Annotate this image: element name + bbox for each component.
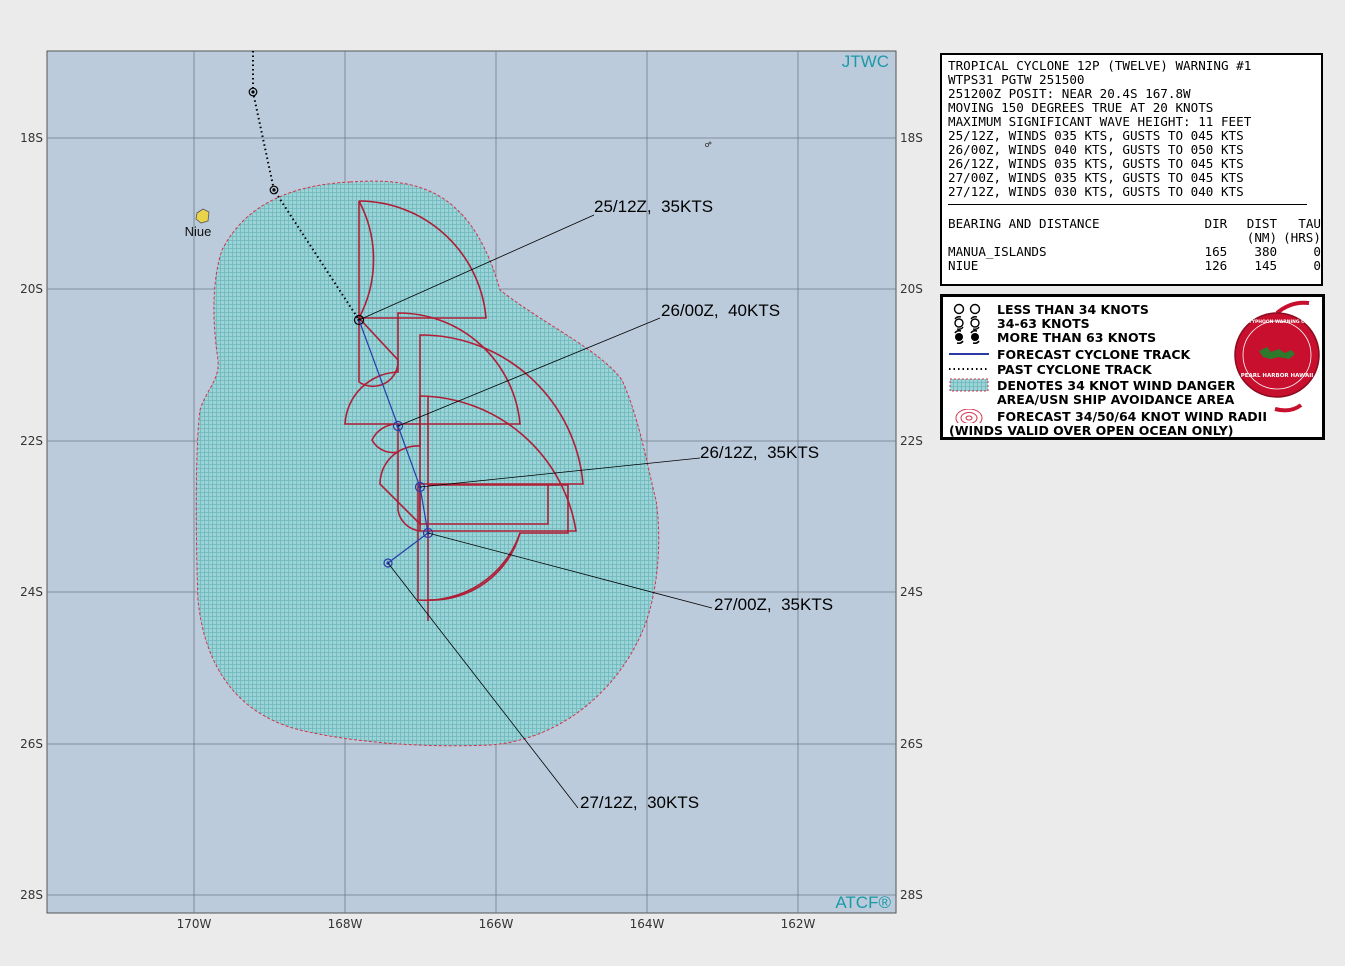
lat-label: 26S bbox=[900, 737, 923, 751]
niue-label: Niue bbox=[185, 224, 212, 239]
bearing-dist-header: DIST bbox=[1246, 216, 1278, 231]
bearing-tau-header: TAU bbox=[1298, 216, 1321, 231]
forecast-label-27-00z: 27/00Z, 35KTS bbox=[714, 595, 833, 614]
lat-labels-right: 18S 20S 22S 24S 26S 28S bbox=[900, 131, 923, 902]
warning-wave-height: MAXIMUM SIGNIFICANT WAVE HEIGHT: 11 FEET bbox=[948, 114, 1252, 129]
warning-text-box: TROPICAL CYCLONE 12P (TWELVE) WARNING #1… bbox=[940, 53, 1323, 286]
bearing-dist-unit: (NM) bbox=[1246, 230, 1278, 245]
open-cyclone-symbol-icon bbox=[953, 303, 981, 315]
forecast-track-line-icon bbox=[949, 353, 989, 355]
warning-forecast-line: 25/12Z, WINDS 035 KTS, GUSTS TO 045 KTS bbox=[948, 128, 1244, 143]
warning-forecast-line: 26/00Z, WINDS 040 KTS, GUSTS TO 050 KTS bbox=[948, 142, 1244, 157]
warning-position: 251200Z POSIT: NEAR 20.4S 167.8W bbox=[948, 86, 1191, 101]
legend-item-wind-radii: FORECAST 34/50/64 KNOT WIND RADII bbox=[949, 409, 1267, 423]
lat-label: 22S bbox=[20, 434, 43, 448]
legend-label: FORECAST CYCLONE TRACK bbox=[997, 346, 1191, 362]
legend-item-past-track: PAST CYCLONE TRACK bbox=[949, 362, 1152, 376]
wind-radii-icon bbox=[955, 409, 983, 423]
past-track-line-icon bbox=[949, 368, 989, 370]
danger-area-swatch-icon bbox=[949, 378, 989, 392]
legend-item-wind-validity: (WINDS VALID OVER OPEN OCEAN ONLY) bbox=[949, 423, 1234, 437]
lat-label: 20S bbox=[20, 282, 43, 296]
lon-labels: 170W 168W 166W 164W 162W bbox=[177, 917, 816, 931]
legend-label: AREA/USN SHIP AVOIDANCE AREA bbox=[997, 391, 1235, 407]
warning-forecast-line: 27/00Z, WINDS 035 KTS, GUSTS TO 045 KTS bbox=[948, 170, 1244, 185]
bearing-tau: 0 bbox=[1313, 244, 1321, 259]
lon-label: 168W bbox=[328, 917, 363, 931]
typhoon-symbol-icon bbox=[954, 330, 980, 344]
bearing-unit-row: (NM) (HRS) bbox=[948, 231, 1321, 245]
lon-label: 166W bbox=[479, 917, 514, 931]
lat-label: 24S bbox=[20, 585, 43, 599]
bearing-tau-unit: (HRS) bbox=[1283, 230, 1321, 245]
warning-forecast-line: 26/12Z, WINDS 035 KTS, GUSTS TO 045 KTS bbox=[948, 156, 1244, 171]
lat-label: 18S bbox=[900, 131, 923, 145]
forecast-label-26-00z: 26/00Z, 40KTS bbox=[661, 301, 780, 320]
lat-label: 20S bbox=[900, 282, 923, 296]
bearing-title: BEARING AND DISTANCE bbox=[948, 216, 1100, 231]
legend-label: LESS THAN 34 KNOTS bbox=[997, 301, 1149, 317]
lat-labels-left: 18S 20S 22S 24S 26S 28S bbox=[20, 131, 43, 902]
seal-location-text: PEARL HARBOR HAWAII bbox=[1241, 373, 1314, 379]
legend-item-more-than-63kt: MORE THAN 63 KNOTS bbox=[949, 330, 1156, 344]
lat-label: 22S bbox=[900, 434, 923, 448]
legend-label: PAST CYCLONE TRACK bbox=[997, 361, 1152, 377]
bearing-dist: 145 bbox=[1254, 258, 1278, 273]
forecast-label-25-12z: 25/12Z, 35KTS bbox=[594, 197, 713, 216]
seal-name-text: JOINT TYPHOON WARNING CENTER bbox=[1232, 319, 1321, 325]
warning-header: WTPS31 PGTW 251500 bbox=[948, 72, 1085, 87]
warning-forecast-line: 27/12Z, WINDS 030 KTS, GUSTS TO 040 KTS bbox=[948, 184, 1244, 199]
legend-label: 34-63 KNOTS bbox=[997, 315, 1090, 331]
legend-box: LESS THAN 34 KNOTS 34-63 KNOTS MORE THAN… bbox=[940, 294, 1325, 440]
bearing-dir-header: DIR bbox=[1204, 216, 1228, 231]
bearing-row: NIUE 126 145 0 bbox=[948, 259, 1321, 273]
lon-label: 164W bbox=[630, 917, 665, 931]
lat-label: 28S bbox=[20, 888, 43, 902]
legend-item-avoidance-area: AREA/USN SHIP AVOIDANCE AREA bbox=[949, 392, 1234, 406]
bearing-location: MANUA_ISLANDS bbox=[948, 244, 1047, 259]
legend-label: DENOTES 34 KNOT WIND DANGER bbox=[997, 377, 1236, 393]
jtwc-seal-logo: PEARL HARBOR HAWAII JOINT TYPHOON WARNIN… bbox=[1232, 300, 1321, 413]
bearing-dir: 165 bbox=[1204, 244, 1228, 259]
legend-item-34-63kt: 34-63 KNOTS bbox=[949, 316, 1090, 330]
legend-label: MORE THAN 63 KNOTS bbox=[997, 329, 1157, 345]
forecast-label-27-12z: 27/12Z, 30KTS bbox=[580, 793, 699, 812]
bearing-dist: 380 bbox=[1254, 244, 1278, 259]
bearing-tau: 0 bbox=[1313, 258, 1321, 273]
legend-item-danger-area: DENOTES 34 KNOT WIND DANGER bbox=[949, 378, 1235, 392]
legend-item-forecast-track: FORECAST CYCLONE TRACK bbox=[949, 347, 1190, 361]
lon-label: 162W bbox=[781, 917, 816, 931]
legend-label: (WINDS VALID OVER OPEN OCEAN ONLY) bbox=[949, 422, 1234, 438]
atcf-brand: ATCF® bbox=[835, 893, 891, 912]
jtwc-brand: JTWC bbox=[842, 52, 889, 71]
bearing-dir: 126 bbox=[1204, 258, 1228, 273]
lat-label: 26S bbox=[20, 737, 43, 751]
warning-movement: MOVING 150 DEGREES TRUE AT 20 KNOTS bbox=[948, 100, 1214, 115]
lat-label: 18S bbox=[20, 131, 43, 145]
warning-title: TROPICAL CYCLONE 12P (TWELVE) WARNING #1 bbox=[948, 58, 1252, 73]
warning-divider bbox=[948, 204, 1307, 205]
tropical-storm-symbol-icon bbox=[954, 316, 980, 330]
legend-label: FORECAST 34/50/64 KNOT WIND RADII bbox=[997, 408, 1267, 424]
lat-label: 28S bbox=[900, 888, 923, 902]
lat-label: 24S bbox=[900, 585, 923, 599]
lon-label: 170W bbox=[177, 917, 212, 931]
bearing-row: MANUA_ISLANDS 165 380 0 bbox=[948, 245, 1321, 259]
legend-item-less-than-34kt: LESS THAN 34 KNOTS bbox=[949, 302, 1149, 316]
bearing-header-row: BEARING AND DISTANCE DIR DIST TAU bbox=[948, 217, 1321, 231]
bearing-location: NIUE bbox=[948, 258, 979, 273]
forecast-label-26-12z: 26/12Z, 35KTS bbox=[700, 443, 819, 462]
